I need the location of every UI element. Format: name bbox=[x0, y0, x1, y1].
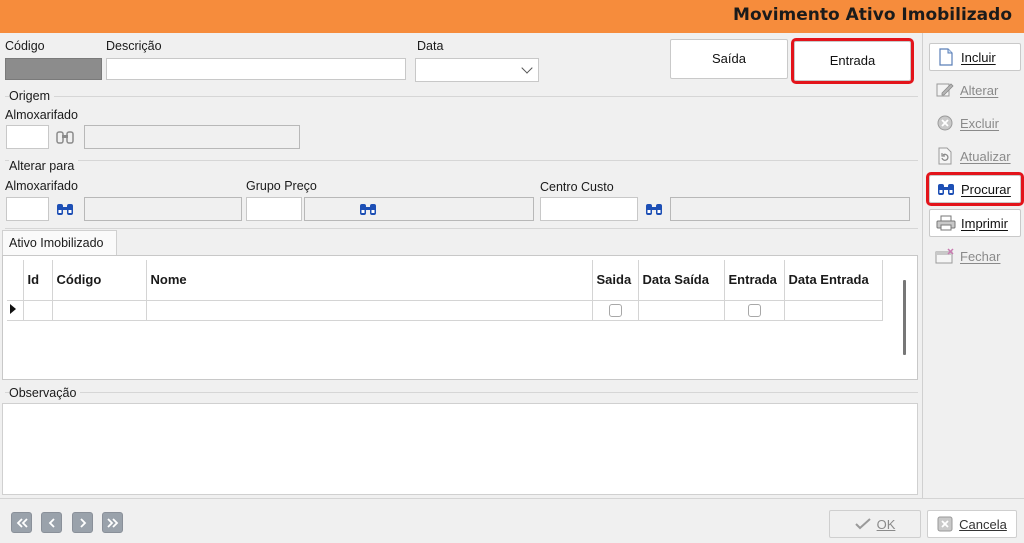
ativo-grid-panel: Id Código Nome Saida Data Saída Entrada … bbox=[2, 255, 918, 380]
binoculars-icon[interactable] bbox=[358, 201, 378, 217]
centro-custo-desc bbox=[670, 197, 910, 221]
saida-button[interactable]: Saída bbox=[670, 39, 788, 79]
grupo-preco-label: Grupo Preço bbox=[246, 179, 317, 193]
row-indicator bbox=[7, 300, 24, 321]
cell-entrada[interactable] bbox=[724, 300, 785, 321]
col-saida[interactable]: Saida bbox=[592, 260, 639, 301]
alterar-separator bbox=[5, 160, 918, 161]
cell-id[interactable] bbox=[23, 300, 53, 321]
alterar-title: Alterar para bbox=[9, 159, 79, 173]
imprimir-button[interactable]: Imprimir bbox=[929, 209, 1021, 237]
codigo-label: Código bbox=[5, 39, 45, 53]
grid-header-row: Id Código Nome Saida Data Saída Entrada … bbox=[7, 260, 883, 301]
procurar-button[interactable]: Procurar bbox=[926, 172, 1024, 206]
nav-last-button[interactable] bbox=[102, 512, 123, 533]
procurar-label: Procurar bbox=[961, 181, 1011, 197]
chevron-down-icon[interactable] bbox=[521, 62, 533, 74]
ok-button[interactable]: OK bbox=[829, 510, 921, 538]
grupo-preco-input[interactable] bbox=[246, 197, 302, 221]
new-document-icon bbox=[936, 48, 956, 66]
cell-data-entrada[interactable] bbox=[784, 300, 883, 321]
alterar-label: Alterar bbox=[960, 82, 999, 98]
origem-almox-desc bbox=[84, 125, 300, 149]
double-chevron-right-icon bbox=[106, 517, 118, 528]
row-pointer-icon bbox=[10, 303, 16, 314]
chevron-left-icon bbox=[48, 517, 55, 528]
title-bar: Movimento Ativo Imobilizado bbox=[0, 0, 1024, 33]
window-title: Movimento Ativo Imobilizado bbox=[733, 5, 1012, 25]
grid-indicator-header bbox=[7, 260, 24, 301]
data-select[interactable] bbox=[415, 58, 539, 82]
origem-title: Origem bbox=[9, 89, 54, 103]
binoculars-icon[interactable] bbox=[644, 201, 664, 217]
col-nome[interactable]: Nome bbox=[146, 260, 593, 301]
tab-ativo-imobilizado[interactable]: Ativo Imobilizado bbox=[2, 230, 117, 256]
col-id[interactable]: Id bbox=[23, 260, 53, 301]
cell-codigo[interactable] bbox=[52, 300, 147, 321]
origem-almox-label: Almoxarifado bbox=[5, 108, 78, 122]
atualizar-label: Atualizar bbox=[960, 148, 1011, 164]
binoculars-icon[interactable] bbox=[55, 201, 75, 217]
alterar-almox-desc bbox=[84, 197, 242, 221]
descricao-input[interactable] bbox=[106, 58, 406, 80]
excluir-label: Excluir bbox=[960, 115, 1000, 131]
refresh-icon bbox=[935, 147, 955, 165]
delete-icon bbox=[935, 114, 955, 132]
cancela-button[interactable]: Cancela bbox=[927, 510, 1017, 538]
table-row[interactable] bbox=[7, 300, 883, 321]
bottom-bar: OK Cancela bbox=[0, 498, 1024, 543]
codigo-field[interactable] bbox=[5, 58, 102, 80]
ok-label: OK bbox=[876, 516, 896, 532]
grid-scrollbar[interactable] bbox=[903, 280, 906, 355]
incluir-button[interactable]: Incluir bbox=[929, 43, 1021, 71]
binoculars-icon bbox=[936, 180, 956, 198]
entrada-checkbox[interactable] bbox=[747, 303, 761, 317]
cell-data-saida[interactable] bbox=[638, 300, 725, 321]
ativo-grid: Id Código Nome Saida Data Saída Entrada … bbox=[7, 260, 883, 321]
double-chevron-left-icon bbox=[16, 517, 28, 528]
tab-separator bbox=[5, 228, 918, 229]
atualizar-button[interactable]: Atualizar bbox=[929, 142, 1021, 170]
binoculars-icon[interactable] bbox=[55, 129, 75, 145]
col-data-entrada[interactable]: Data Entrada bbox=[784, 260, 883, 301]
cancela-label: Cancela bbox=[959, 516, 1007, 532]
alterar-almox-input[interactable] bbox=[6, 197, 49, 221]
observacao-label: Observação bbox=[9, 386, 81, 400]
alterar-almox-label: Almoxarifado bbox=[5, 179, 78, 193]
nav-first-button[interactable] bbox=[11, 512, 32, 533]
nav-prev-button[interactable] bbox=[41, 512, 62, 533]
col-entrada[interactable]: Entrada bbox=[724, 260, 785, 301]
close-window-icon bbox=[935, 247, 955, 265]
descricao-label: Descrição bbox=[106, 39, 162, 53]
edit-icon bbox=[935, 81, 955, 99]
observacao-textarea[interactable] bbox=[2, 403, 918, 495]
col-data-saida[interactable]: Data Saída bbox=[638, 260, 725, 301]
grupo-preco-desc bbox=[304, 197, 534, 221]
check-icon bbox=[854, 518, 871, 530]
data-label: Data bbox=[417, 39, 444, 53]
fechar-button[interactable]: Fechar bbox=[929, 242, 1021, 270]
obs-separator bbox=[5, 392, 918, 393]
imprimir-label: Imprimir bbox=[961, 215, 1008, 231]
side-toolbar: Incluir Alterar Excluir Atualizar Procur… bbox=[922, 33, 1024, 498]
fechar-label: Fechar bbox=[960, 248, 1001, 264]
cell-saida[interactable] bbox=[592, 300, 639, 321]
alterar-button[interactable]: Alterar bbox=[929, 76, 1021, 104]
centro-custo-input[interactable] bbox=[540, 197, 638, 221]
col-codigo[interactable]: Código bbox=[52, 260, 147, 301]
origem-separator bbox=[5, 96, 918, 97]
excluir-button[interactable]: Excluir bbox=[929, 109, 1021, 137]
saida-checkbox[interactable] bbox=[608, 303, 622, 317]
centro-custo-label: Centro Custo bbox=[540, 180, 614, 194]
cancel-icon bbox=[937, 516, 953, 532]
chevron-right-icon bbox=[79, 517, 86, 528]
incluir-label: Incluir bbox=[961, 49, 996, 65]
nav-next-button[interactable] bbox=[72, 512, 93, 533]
cell-nome[interactable] bbox=[146, 300, 593, 321]
entrada-button[interactable]: Entrada bbox=[791, 38, 914, 84]
origem-almox-input[interactable] bbox=[6, 125, 49, 149]
printer-icon bbox=[936, 214, 956, 232]
